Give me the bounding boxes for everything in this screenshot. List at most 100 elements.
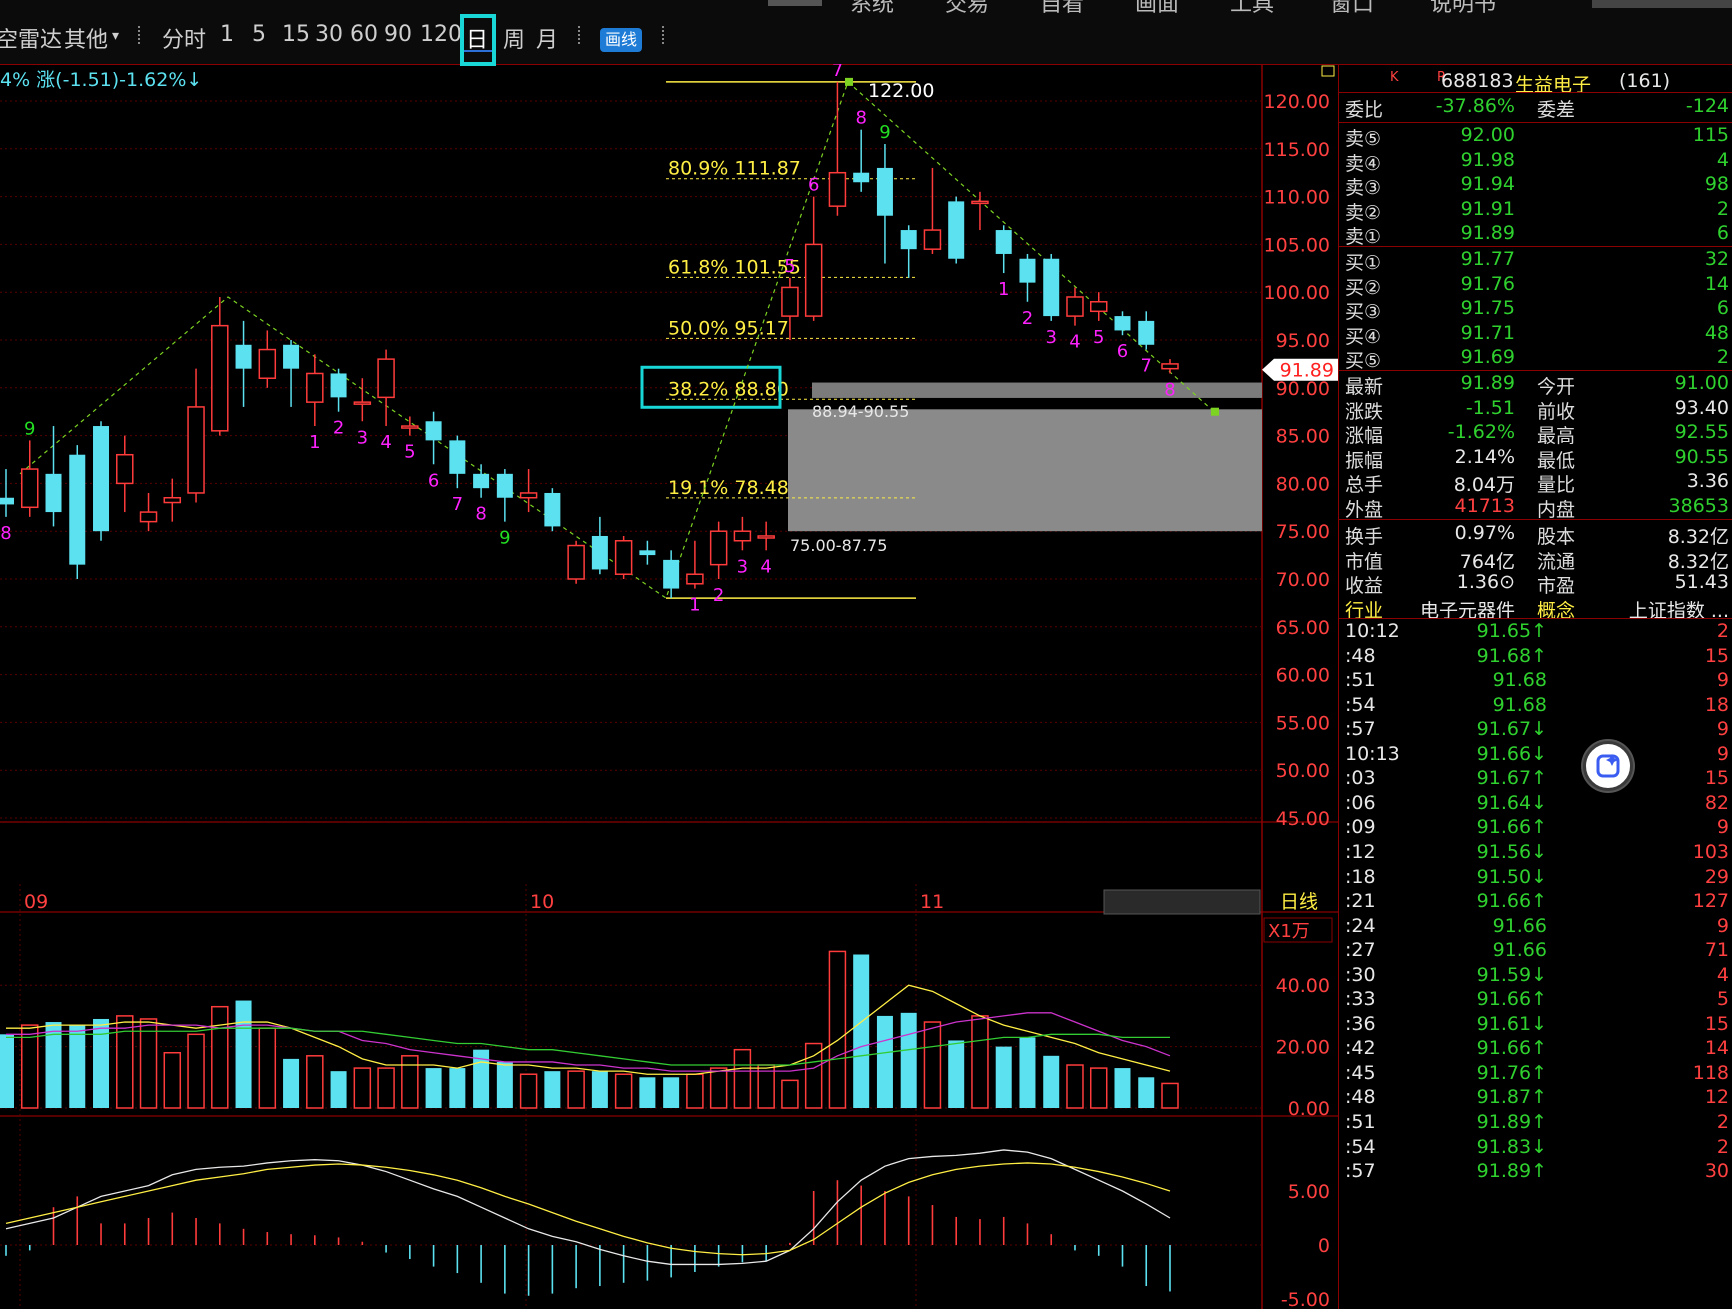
- candle-body-down: [900, 230, 917, 250]
- tick-price: 91.87↑: [1476, 1086, 1547, 1109]
- ask-row[interactable]: 卖⑤ 92.00 115: [1345, 124, 1729, 151]
- period-分时[interactable]: 分时: [162, 22, 206, 54]
- month-label: 09: [24, 891, 48, 913]
- info-row: 换手 0.97% 股本 8.32亿: [1345, 522, 1729, 549]
- sequence-count-label: 4: [1069, 332, 1080, 353]
- candle-body-up: [828, 171, 847, 207]
- sequence-count-label: 7: [1141, 356, 1152, 377]
- stat-label: 振幅: [1345, 449, 1384, 472]
- volume-unit-label: X1万: [1268, 921, 1310, 942]
- volume-bar-up: [781, 1079, 799, 1109]
- tick-time: :03: [1345, 767, 1376, 790]
- menu-3[interactable]: 画面: [1135, 0, 1179, 18]
- tick-time: :54: [1345, 1135, 1376, 1158]
- price-axis-label: 120.00: [1264, 91, 1330, 113]
- volume-bar-up: [923, 1021, 942, 1109]
- kline-chart[interactable]: 120.00115.00110.00105.00100.0095.0090.00…: [0, 64, 1338, 1309]
- candle-body-up: [139, 511, 158, 523]
- tick-time: :54: [1345, 693, 1376, 716]
- tick-time: :06: [1345, 791, 1376, 814]
- candle-body-down: [0, 497, 14, 505]
- volume-bar-down: [876, 1015, 893, 1108]
- price-axis-label: 50.00: [1276, 760, 1330, 782]
- menu-4[interactable]: 工具: [1230, 0, 1274, 18]
- period-周[interactable]: 周: [503, 22, 525, 54]
- menu-5[interactable]: 窗口: [1330, 0, 1374, 18]
- fib-level-label: 61.8% 101.55: [668, 256, 801, 278]
- candle-body-down: [235, 344, 252, 369]
- tick-volume: 12: [1704, 1086, 1729, 1109]
- top-tab[interactable]: [768, 0, 822, 6]
- ask-row[interactable]: 卖④ 91.98 4: [1345, 149, 1729, 176]
- volume-bar-up: [804, 1042, 823, 1109]
- bid-price: 91.77: [1460, 248, 1515, 270]
- bid-row[interactable]: 买② 91.76 14: [1345, 273, 1729, 300]
- sequence-count-label: 8: [475, 504, 486, 525]
- tick-time: 10:12: [1345, 620, 1400, 642]
- legend-toggle-icon[interactable]: [1321, 65, 1335, 77]
- weibi-row: 委比 -37.86% 委差 -124: [1345, 95, 1729, 122]
- info-row: 市值 764亿 流通 8.32亿: [1345, 547, 1729, 574]
- divider: [1339, 122, 1732, 123]
- period-月[interactable]: 月: [536, 22, 558, 54]
- stat-value: -1.62%: [1447, 421, 1515, 444]
- tick-volume: 2: [1716, 1111, 1729, 1133]
- price-axis-label: 60.00: [1276, 665, 1330, 687]
- tick-time: 10:13: [1345, 742, 1400, 765]
- sequence-count-label: 5: [404, 442, 415, 463]
- volume-bar-up: [353, 1067, 372, 1109]
- volume-bar-down: [1138, 1077, 1155, 1108]
- window-controls[interactable]: [1592, 0, 1732, 8]
- sequence-count-label: 6: [808, 175, 819, 196]
- period-1[interactable]: 1: [220, 22, 234, 47]
- menu-6[interactable]: 说明书: [1430, 0, 1496, 18]
- candle-body-up: [21, 468, 39, 509]
- menu-1[interactable]: 交易: [945, 0, 989, 18]
- menu-2[interactable]: 自看: [1040, 0, 1084, 18]
- sequence-count-label: 6: [1117, 341, 1128, 362]
- candle-body-up: [187, 406, 205, 494]
- stat-value: 41713: [1454, 495, 1515, 517]
- stat-value: 38653: [1668, 495, 1729, 517]
- bid-row[interactable]: 买③ 91.75 6: [1345, 297, 1729, 324]
- period-120[interactable]: 120: [420, 22, 462, 47]
- ask-row[interactable]: 卖② 91.91 2: [1345, 198, 1729, 225]
- macd-dif-line: [5, 1149, 1171, 1266]
- candle-body-down: [948, 201, 965, 259]
- ask-price: 91.94: [1460, 173, 1515, 196]
- bid-label: 买④: [1345, 325, 1382, 348]
- info-label: 收益: [1345, 575, 1384, 598]
- assistant-floating-button[interactable]: [1583, 741, 1633, 791]
- period-15[interactable]: 15: [282, 22, 310, 47]
- tick-volume: 30: [1704, 1160, 1729, 1183]
- divider: [1339, 618, 1732, 619]
- app-title: 空雷达: [0, 28, 63, 53]
- ask-volume: 115: [1692, 124, 1729, 146]
- period-30[interactable]: 30: [315, 22, 343, 47]
- ask-price: 91.89: [1460, 222, 1515, 245]
- chart-scrollbar[interactable]: [1103, 889, 1261, 915]
- candle-body-up: [1089, 301, 1108, 313]
- draw-line-button[interactable]: 画线: [600, 28, 643, 52]
- menu-0[interactable]: 系统: [850, 0, 894, 18]
- selected-period-highlight: [460, 14, 496, 66]
- tick-time: :45: [1345, 1061, 1376, 1084]
- stat-value: 91.00: [1674, 372, 1729, 394]
- other-dropdown-caret[interactable]: ▾: [112, 28, 119, 44]
- stat-label: 内盘: [1537, 499, 1576, 521]
- period-60[interactable]: 60: [350, 22, 378, 47]
- ask-label: 卖④: [1345, 152, 1382, 175]
- info-value: 1.36⊙: [1456, 571, 1515, 594]
- tick-volume: 15: [1704, 1012, 1729, 1035]
- info-value: 8.32亿: [1667, 550, 1729, 573]
- sequence-count-label: 9: [879, 122, 890, 143]
- tick-price: 91.83↓: [1476, 1135, 1547, 1158]
- ask-row[interactable]: 卖③ 91.94 98: [1345, 173, 1729, 200]
- price-axis-label: 65.00: [1276, 617, 1330, 639]
- period-5[interactable]: 5: [252, 22, 266, 47]
- other-dropdown[interactable]: 其他: [64, 22, 108, 54]
- period-90[interactable]: 90: [384, 22, 412, 47]
- fib-level-label: 19.1% 78.48: [668, 477, 789, 499]
- bid-row[interactable]: 买① 91.77 32: [1345, 248, 1729, 275]
- bid-row[interactable]: 买④ 91.71 48: [1345, 322, 1729, 349]
